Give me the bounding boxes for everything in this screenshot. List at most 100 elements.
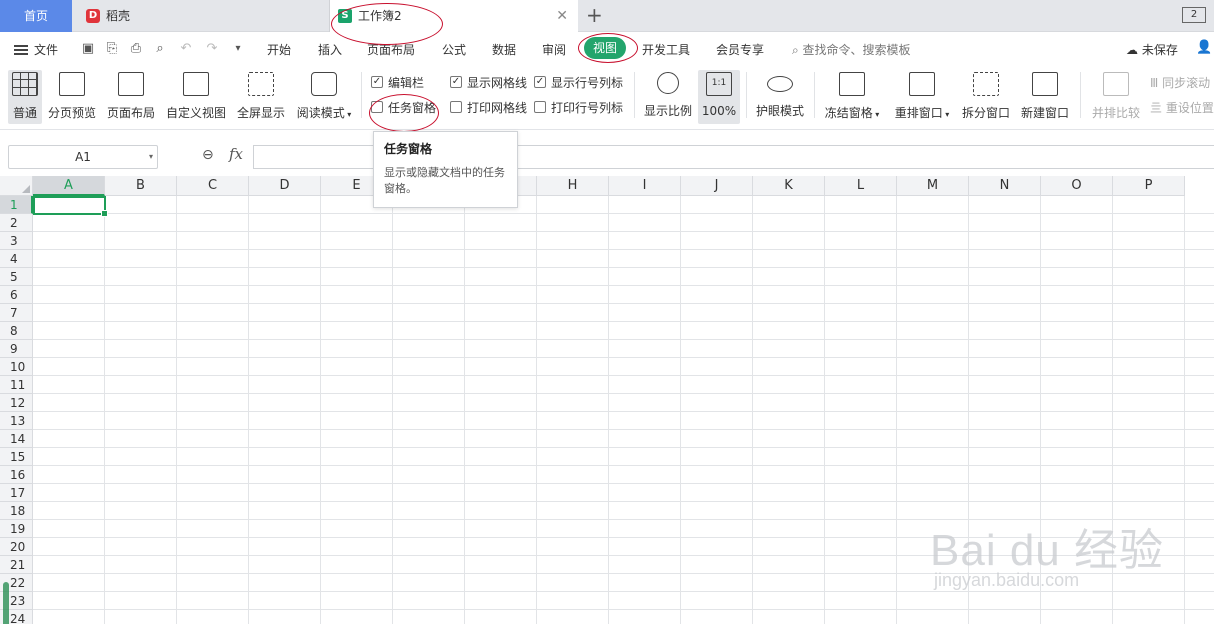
row-header-5[interactable]: 5 (0, 268, 33, 286)
active-cell-a1[interactable] (33, 196, 108, 217)
row-header-20[interactable]: 20 (0, 538, 33, 556)
chevron-down-icon[interactable]: ▾ (149, 146, 153, 168)
eye-icon (767, 76, 793, 92)
command-search-placeholder: 查找命令、搜索模板 (802, 43, 911, 57)
column-header-m[interactable]: M (897, 176, 969, 196)
column-header-a[interactable]: A (33, 176, 105, 196)
column-header-j[interactable]: J (681, 176, 753, 196)
print-icon[interactable]: ⎙ (128, 41, 144, 57)
window-count-badge[interactable]: 2 (1182, 7, 1206, 23)
tab-workbook[interactable]: S 工作簿2 ✕ (330, 0, 578, 32)
row-header-16[interactable]: 16 (0, 466, 33, 484)
menu-data[interactable]: 数据 (492, 41, 516, 58)
menu-start[interactable]: 开始 (267, 41, 291, 58)
menu-page-layout[interactable]: 页面布局 (367, 41, 415, 58)
page-break-preview-button[interactable]: 分页预览 (46, 70, 98, 124)
freeze-panes-button[interactable]: 冻结窗格 ▾ (822, 70, 882, 124)
grid-column-line (680, 196, 681, 624)
page-layout-view-button[interactable]: 页面布局 (105, 70, 157, 124)
hamburger-icon (14, 45, 28, 55)
row-header-21[interactable]: 21 (0, 556, 33, 574)
reset-position-button[interactable]: 亖 重设位置 (1150, 99, 1214, 115)
tab-home[interactable]: 首页 (0, 0, 72, 32)
save-status[interactable]: ☁ 未保存 (1126, 41, 1178, 58)
row-header-18[interactable]: 18 (0, 502, 33, 520)
row-header-7[interactable]: 7 (0, 304, 33, 322)
row-header-13[interactable]: 13 (0, 412, 33, 430)
custom-view-button[interactable]: 自定义视图 (164, 70, 228, 124)
grid-column-line (752, 196, 753, 624)
menu-formulas[interactable]: 公式 (442, 41, 466, 58)
close-tab-icon[interactable]: ✕ (556, 0, 568, 32)
normal-view-button[interactable]: 普通 (8, 70, 42, 124)
row-header-8[interactable]: 8 (0, 322, 33, 340)
custom-view-label: 自定义视图 (165, 106, 226, 120)
name-box[interactable]: A1 ▾ (8, 145, 158, 169)
column-header-c[interactable]: C (177, 176, 249, 196)
row-header-17[interactable]: 17 (0, 484, 33, 502)
column-header-k[interactable]: K (753, 176, 825, 196)
row-header-19[interactable]: 19 (0, 520, 33, 538)
wps-spreadsheet-window: 首页 D 稻壳 S 工作簿2 ✕ + 2 文件 ▣ ⎘ ⎙ ⌕ ↶ ↷ ▾ 开始… (0, 0, 1214, 624)
grid-column-line (392, 196, 393, 624)
column-header-i[interactable]: I (609, 176, 681, 196)
split-window-button[interactable]: 拆分窗口 (960, 70, 1012, 124)
file-menu-button[interactable]: 文件 (14, 41, 58, 58)
collaborator-icon[interactable]: 👤 (1196, 40, 1212, 55)
column-header-n[interactable]: N (969, 176, 1041, 196)
grid-row-line (33, 411, 1214, 412)
save-icon[interactable]: ▣ (80, 41, 96, 57)
menu-review[interactable]: 审阅 (542, 41, 566, 58)
tab-daoke[interactable]: D 稻壳 (72, 0, 330, 32)
row-header-12[interactable]: 12 (0, 394, 33, 412)
row-header-9[interactable]: 9 (0, 340, 33, 358)
menu-developer-tools[interactable]: 开发工具 (642, 41, 690, 58)
row-header-3[interactable]: 3 (0, 232, 33, 250)
grid-column-line (896, 196, 897, 624)
grid-column-line (536, 196, 537, 624)
row-header-2[interactable]: 2 (0, 214, 33, 232)
sync-scroll-icon: Ⅲ (1150, 76, 1163, 90)
undo-icon[interactable]: ↶ (178, 41, 194, 57)
full-screen-button[interactable]: 全屏显示 (235, 70, 287, 124)
row-header-6[interactable]: 6 (0, 286, 33, 304)
menu-view[interactable]: 视图 (584, 37, 626, 59)
grid-row-line (33, 483, 1214, 484)
new-tab-button[interactable]: + (586, 0, 603, 32)
row-header-11[interactable]: 11 (0, 376, 33, 394)
menu-insert[interactable]: 插入 (318, 41, 342, 58)
row-header-10[interactable]: 10 (0, 358, 33, 376)
export-pdf-icon[interactable]: ⎘ (104, 41, 120, 57)
zoom-icon[interactable]: ⊖ (202, 147, 214, 163)
column-header-p[interactable]: P (1113, 176, 1185, 196)
column-header-b[interactable]: B (105, 176, 177, 196)
grid-row-line (33, 465, 1214, 466)
column-header-d[interactable]: D (249, 176, 321, 196)
quick-access-dropdown-icon[interactable]: ▾ (230, 41, 246, 57)
scroll-grip[interactable] (3, 582, 9, 624)
row-header-1[interactable]: 1 (0, 196, 33, 214)
sync-scroll-button[interactable]: Ⅲ 同步滚动 (1150, 74, 1210, 90)
zoom-100-button[interactable]: 1:1 100% (698, 70, 740, 124)
row-header-15[interactable]: 15 (0, 448, 33, 466)
column-header-l[interactable]: L (825, 176, 897, 196)
new-window-button[interactable]: 新建窗口 (1019, 70, 1071, 124)
command-search[interactable]: ⌕ 查找命令、搜索模板 (792, 41, 911, 58)
select-all-corner[interactable] (0, 176, 33, 196)
new-window-label: 新建窗口 (1020, 106, 1069, 120)
menu-member[interactable]: 会员专享 (716, 41, 764, 58)
fx-icon[interactable]: fx (229, 145, 243, 163)
arrange-windows-button[interactable]: 重排窗口 ▾ (891, 70, 953, 124)
redo-icon[interactable]: ↷ (204, 41, 220, 57)
page-layout-icon (118, 72, 144, 96)
column-header-o[interactable]: O (1041, 176, 1113, 196)
eye-protection-button[interactable]: 护眼模式 (754, 70, 806, 124)
side-by-side-button[interactable]: 并排比较 (1088, 70, 1144, 124)
zoom-ratio-button[interactable]: 显示比例 (642, 70, 694, 124)
column-header-h[interactable]: H (537, 176, 609, 196)
print-preview-icon[interactable]: ⌕ (152, 41, 168, 57)
row-header-14[interactable]: 14 (0, 430, 33, 448)
reading-mode-button[interactable]: 阅读模式 ▾ (294, 70, 354, 124)
spreadsheet-grid[interactable]: ABCDEFGHIJKLMNOP123456789101112131415161… (0, 176, 1214, 624)
row-header-4[interactable]: 4 (0, 250, 33, 268)
